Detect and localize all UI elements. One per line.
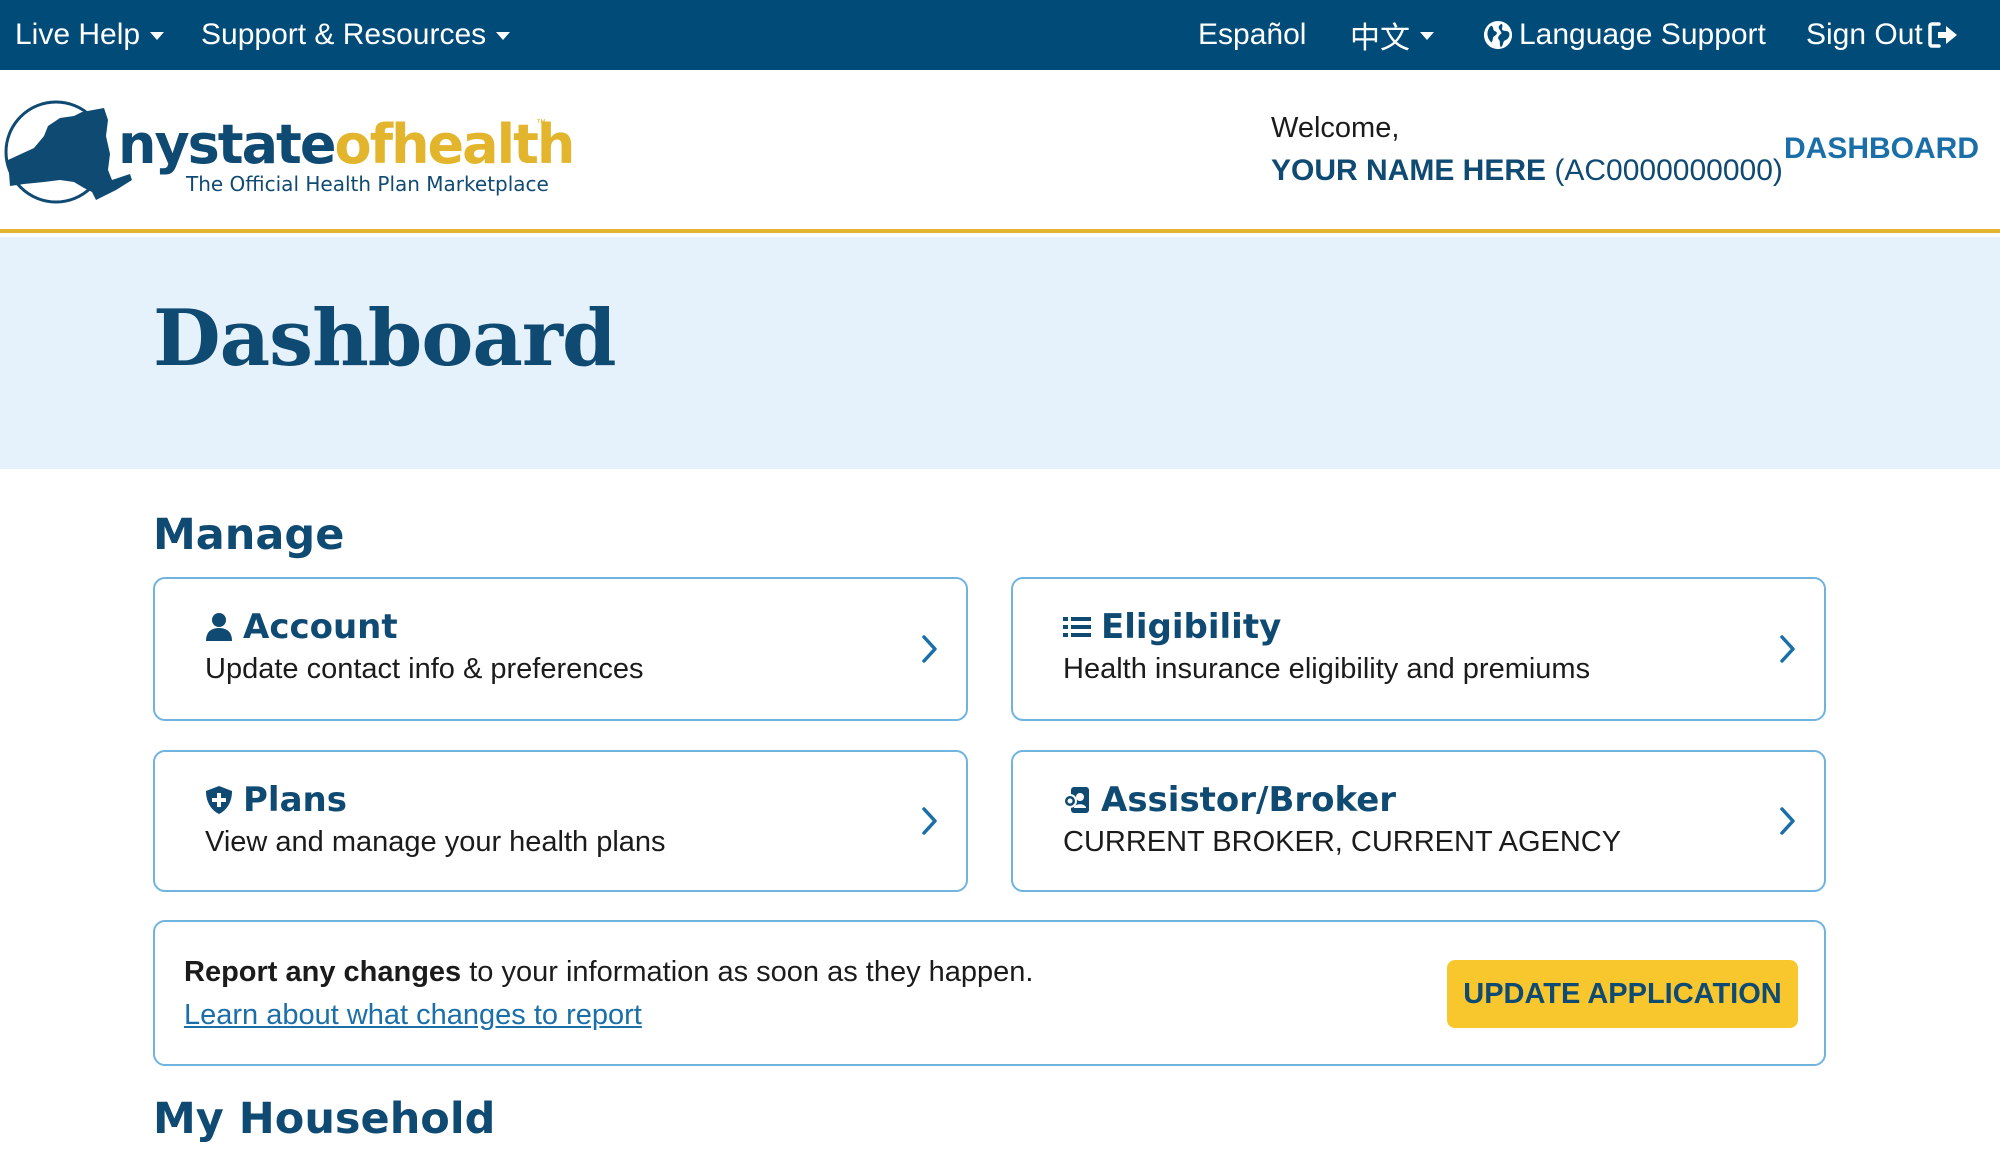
account-card-title-text: Account	[243, 607, 398, 647]
user-name: YOUR NAME HERE	[1271, 154, 1547, 187]
logo-wordmark-ny: nystate	[118, 113, 336, 176]
assistor-broker-card[interactable]: Assistor/Broker CURRENT BROKER, CURRENT …	[1011, 750, 1826, 892]
language-support-label: Language Support	[1519, 18, 1766, 51]
dashboard-nav-link[interactable]: DASHBOARD	[1784, 132, 1979, 166]
caret-down-icon	[150, 32, 165, 40]
chevron-right-icon	[1780, 807, 1795, 835]
logo-wordmark: nystateofhealth	[118, 118, 575, 172]
chevron-right-icon	[1780, 635, 1795, 663]
assistor-broker-card-title-text: Assistor/Broker	[1101, 780, 1397, 820]
caret-down-icon	[496, 32, 511, 40]
page-hero: Dashboard	[0, 237, 2000, 469]
id-badge-icon	[1063, 787, 1089, 813]
ny-state-of-health-logo[interactable]: nystateofhealth ™ The Official Health Pl…	[4, 96, 575, 206]
page-title: Dashboard	[153, 293, 617, 384]
espanol-link[interactable]: Español	[1198, 0, 1306, 70]
language-support-link[interactable]: Language Support	[1483, 0, 1766, 70]
plans-card[interactable]: Plans View and manage your health plans	[153, 750, 968, 892]
manage-heading: Manage	[153, 510, 345, 560]
assistor-broker-card-description: CURRENT BROKER, CURRENT AGENCY	[1063, 826, 1622, 858]
assistor-broker-card-title: Assistor/Broker	[1063, 780, 1396, 820]
welcome-text: Welcome,	[1271, 112, 1400, 144]
my-household-heading: My Household	[153, 1094, 496, 1144]
support-resources-label: Support & Resources	[201, 18, 487, 51]
eligibility-card[interactable]: Eligibility Health insurance eligibility…	[1011, 577, 1826, 721]
account-card[interactable]: Account Update contact info & preference…	[153, 577, 968, 721]
update-application-button[interactable]: UPDATE APPLICATION	[1447, 960, 1798, 1028]
account-card-title: Account	[205, 607, 398, 647]
account-card-description: Update contact info & preferences	[205, 653, 644, 685]
sign-out-label: Sign Out	[1806, 18, 1923, 51]
plans-card-title: Plans	[205, 780, 347, 820]
utility-bar: Live Help Support & Resources Español 中文…	[0, 0, 2000, 70]
live-help-menu[interactable]: Live Help	[15, 0, 165, 70]
site-header: nystateofhealth ™ The Official Health Pl…	[0, 70, 2000, 233]
eligibility-card-title-text: Eligibility	[1101, 607, 1282, 647]
user-identity: YOUR NAME HERE (AC0000000000)	[1271, 154, 1783, 188]
user-icon	[206, 613, 232, 641]
account-id: (AC0000000000)	[1554, 154, 1783, 187]
globe-icon	[1483, 20, 1513, 50]
learn-changes-link[interactable]: Learn about what changes to report	[184, 999, 642, 1032]
chinese-language-menu[interactable]: 中文	[1350, 0, 1434, 70]
logo-tagline: The Official Health Plan Marketplace	[186, 172, 549, 196]
report-changes-text: Report any changes to your information a…	[184, 956, 1033, 989]
trademark-symbol: ™	[536, 118, 546, 129]
live-help-label: Live Help	[15, 18, 141, 51]
espanol-label: Español	[1198, 18, 1307, 51]
eligibility-card-title: Eligibility	[1063, 607, 1281, 647]
sign-out-icon	[1927, 22, 1957, 48]
report-changes-bold: Report any changes	[184, 956, 462, 988]
plans-card-description: View and manage your health plans	[205, 826, 666, 858]
shield-plus-icon	[206, 786, 232, 814]
plans-card-title-text: Plans	[243, 780, 347, 820]
chevron-right-icon	[922, 635, 937, 663]
report-changes-rest: to your information as soon as they happ…	[461, 956, 1034, 988]
new-york-state-map-icon	[4, 100, 132, 204]
report-changes-notice: Report any changes to your information a…	[153, 920, 1826, 1066]
chevron-right-icon	[922, 807, 937, 835]
sign-out-button[interactable]: Sign Out	[1806, 0, 1959, 70]
eligibility-card-description: Health insurance eligibility and premium…	[1063, 653, 1591, 685]
caret-down-icon	[1420, 32, 1434, 40]
chinese-label: 中文	[1350, 22, 1410, 55]
list-icon	[1063, 617, 1091, 637]
support-resources-menu[interactable]: Support & Resources	[201, 0, 511, 70]
